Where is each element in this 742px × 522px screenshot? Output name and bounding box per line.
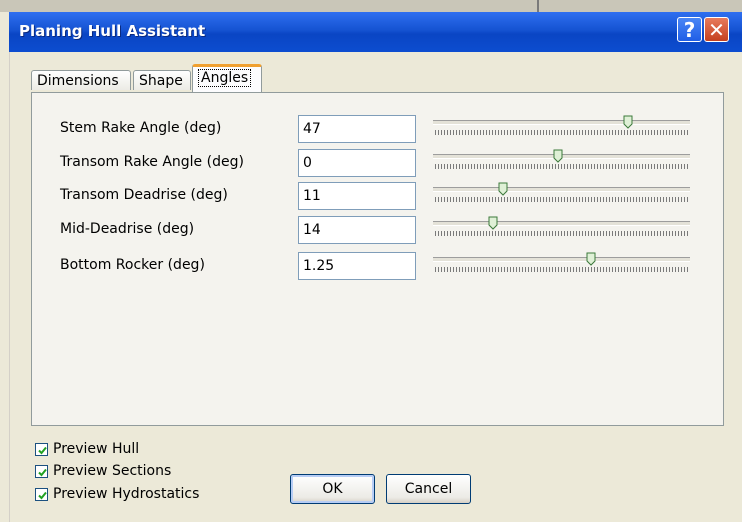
transom-deadrise-label: Transom Deadrise (deg): [60, 187, 228, 203]
cancel-button[interactable]: Cancel: [386, 474, 471, 504]
tab-shape[interactable]: Shape: [133, 70, 191, 90]
tab-label: Angles: [198, 69, 252, 87]
slider-thumb[interactable]: [553, 149, 563, 163]
slider-thumb[interactable]: [586, 252, 596, 266]
bottom-rocker-slider[interactable]: [425, 250, 691, 280]
mid-deadrise-label: Mid-Deadrise (deg): [60, 221, 195, 237]
transom-deadrise-input[interactable]: 11: [298, 182, 416, 210]
slider-thumb[interactable]: [498, 182, 508, 196]
background-divider: [537, 0, 539, 12]
close-icon[interactable]: ✕: [704, 17, 729, 42]
background-left-edge: [0, 12, 10, 522]
transom-rake-label: Transom Rake Angle (deg): [60, 154, 244, 170]
mid-deadrise-input[interactable]: 14: [298, 216, 416, 244]
help-icon[interactable]: ?: [677, 17, 702, 42]
background-strip: [0, 0, 742, 12]
stem-rake-label: Stem Rake Angle (deg): [60, 120, 222, 136]
tab-angles[interactable]: Angles: [192, 64, 262, 92]
mid-deadrise-slider[interactable]: [425, 214, 691, 244]
checkmark-icon[interactable]: [35, 488, 48, 501]
bottom-rocker-label: Bottom Rocker (deg): [60, 257, 205, 273]
slider-thumb[interactable]: [623, 115, 633, 129]
preview-hydrostatics-label: Preview Hydrostatics: [53, 486, 200, 502]
bottom-rocker-input[interactable]: 1.25: [298, 252, 416, 280]
window-title: Planing Hull Assistant: [19, 22, 206, 40]
transom-deadrise-slider[interactable]: [425, 180, 691, 210]
preview-sections-label: Preview Sections: [53, 463, 172, 479]
stem-rake-input[interactable]: 47: [298, 115, 416, 143]
transom-rake-slider[interactable]: [425, 147, 691, 177]
tab-label: Shape: [139, 73, 183, 89]
stem-rake-slider[interactable]: [425, 113, 691, 143]
checkmark-icon[interactable]: [35, 465, 48, 478]
checkmark-icon[interactable]: [35, 443, 48, 456]
tab-label: Dimensions: [37, 73, 119, 89]
tab-dimensions[interactable]: Dimensions: [31, 70, 131, 90]
slider-thumb[interactable]: [488, 216, 498, 230]
ok-button[interactable]: OK: [290, 474, 375, 504]
transom-rake-input[interactable]: 0: [298, 149, 416, 177]
preview-hull-label: Preview Hull: [53, 441, 140, 457]
